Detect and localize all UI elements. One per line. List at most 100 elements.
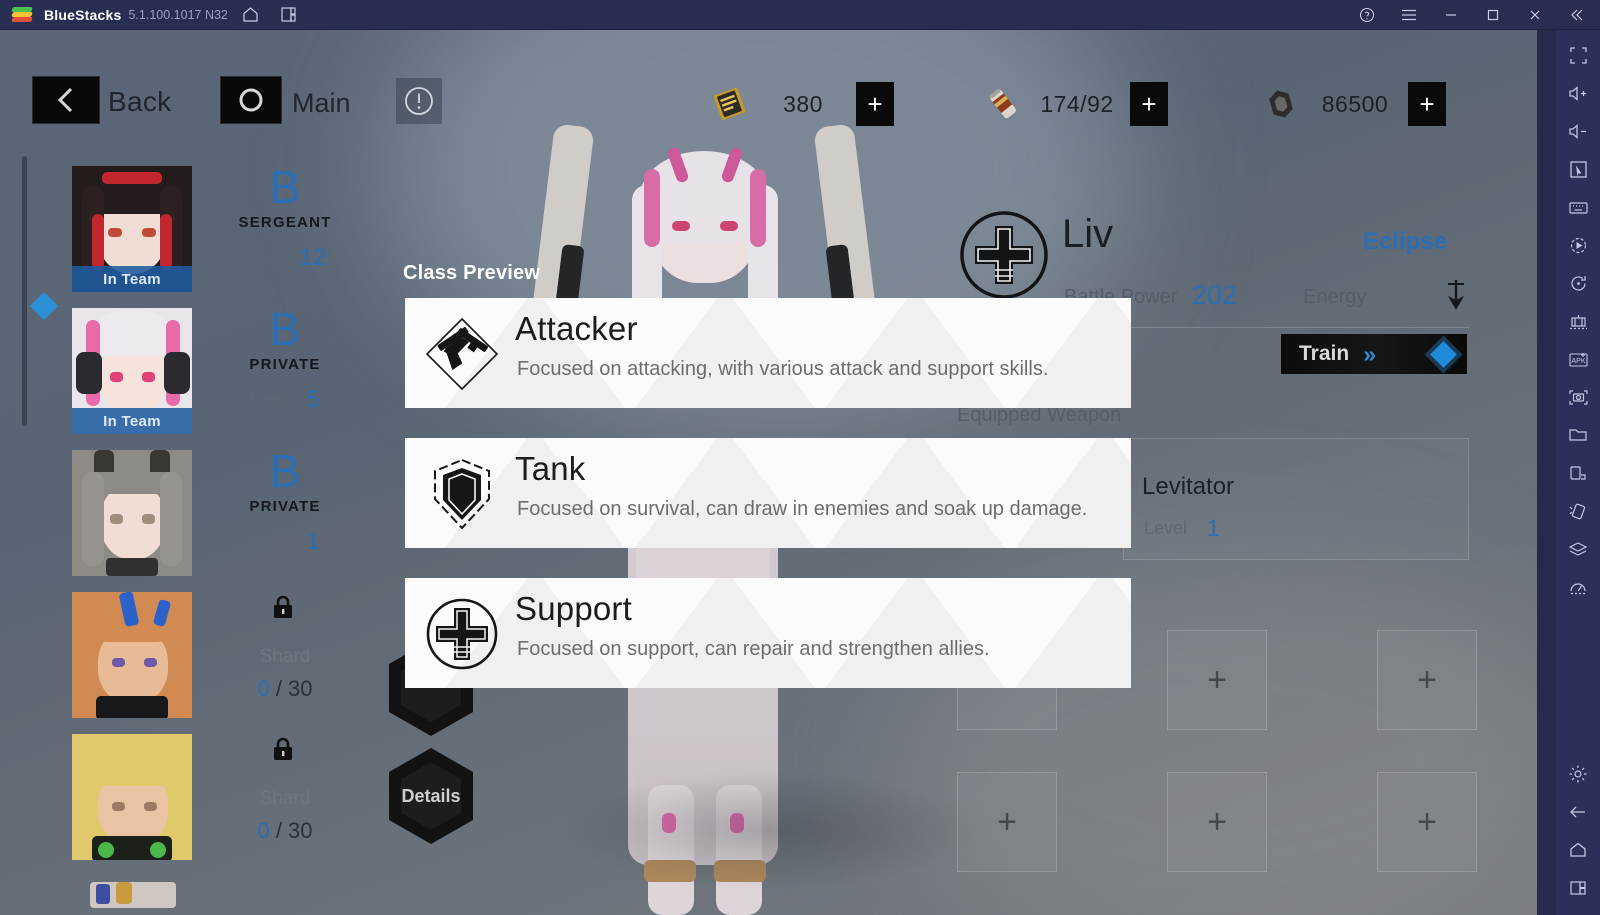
equipment-slot-1[interactable] xyxy=(1167,630,1267,730)
roster-card-2[interactable]: B PRIVATE Level 1 xyxy=(40,442,340,584)
details-hex-label: Details xyxy=(401,785,461,806)
class-card-support[interactable]: Support Focused on support, can repair a… xyxy=(405,578,1131,688)
lock-icon xyxy=(270,594,296,620)
exclamation-icon[interactable] xyxy=(396,78,442,124)
collapse-icon[interactable] xyxy=(1562,3,1592,27)
level-value: 1 xyxy=(306,528,320,555)
rank-letter: B xyxy=(269,303,301,355)
titlebar: BlueStacks 5.1.100.1017 N32 xyxy=(0,0,1600,30)
nut-value: 86500 xyxy=(1321,90,1389,117)
media-folder-icon[interactable] xyxy=(1561,418,1595,452)
in-team-badge: In Team xyxy=(72,408,192,434)
character-shadow xyxy=(560,770,980,890)
details-hex-button[interactable]: Details xyxy=(389,748,473,844)
multi-instance-icon[interactable] xyxy=(274,3,304,27)
shard-max: / 30 xyxy=(275,676,313,701)
rotate-icon[interactable] xyxy=(1561,266,1595,300)
class-card-attacker[interactable]: Attacker Focused on attacking, with vari… xyxy=(405,298,1131,408)
volume-up-icon[interactable] xyxy=(1561,76,1595,110)
class-preview-title: Class Preview xyxy=(403,262,541,284)
recent-apps-icon[interactable] xyxy=(1561,871,1595,905)
screenshot-icon[interactable] xyxy=(1561,380,1595,414)
gold-card-value: 380 xyxy=(783,90,823,117)
bluestacks-window: BlueStacks 5.1.100.1017 N32 Back Main 38… xyxy=(0,0,1600,915)
maximize-icon[interactable] xyxy=(1478,3,1508,27)
class-card-tank[interactable]: Tank Focused on survival, can draw in en… xyxy=(405,438,1131,548)
equipment-slot-4[interactable] xyxy=(1167,772,1267,872)
roster-card-0[interactable]: In Team B SERGEANT Level 12 xyxy=(40,158,340,300)
app-title: BlueStacks xyxy=(44,6,122,23)
energy-value: 174/92 xyxy=(1040,90,1114,117)
shard-current: 0 xyxy=(257,818,270,843)
back-button[interactable] xyxy=(32,76,100,124)
shard-value: 0 / 30 xyxy=(215,676,355,702)
record-macro-icon[interactable] xyxy=(1561,228,1595,262)
equipped-weapon-slot[interactable]: Levitator Level 1 xyxy=(1123,438,1469,560)
nut-bolt-icon xyxy=(1258,84,1304,124)
multi-instance-manager-icon[interactable] xyxy=(1561,304,1595,338)
medical-cross-icon xyxy=(423,595,501,673)
avatar xyxy=(72,734,192,860)
bluestacks-logo-icon xyxy=(11,6,34,24)
back-arrow-icon[interactable] xyxy=(1561,795,1595,829)
add-gold-card-button[interactable]: + xyxy=(856,82,894,126)
app-version: 5.1.100.1017 N32 xyxy=(128,7,228,22)
keyboard-icon[interactable] xyxy=(1561,190,1595,224)
layers-icon[interactable] xyxy=(1561,532,1595,566)
fullscreen-icon[interactable] xyxy=(1561,38,1595,72)
shard-label: Shard xyxy=(259,788,311,809)
main-label: Main xyxy=(292,88,351,118)
avatar xyxy=(72,592,192,718)
battle-power-value: 202 xyxy=(1192,280,1238,310)
shard-current: 0 xyxy=(257,676,270,701)
bluestacks-toolbar: APK xyxy=(1556,30,1600,915)
in-team-badge: In Team xyxy=(72,266,192,292)
android-home-icon[interactable] xyxy=(1561,833,1595,867)
class-name: Support xyxy=(515,590,632,627)
equipment-slot-2[interactable] xyxy=(1377,630,1477,730)
shake-icon[interactable] xyxy=(1561,494,1595,528)
close-icon[interactable] xyxy=(1520,3,1550,27)
train-label: Train xyxy=(1299,342,1350,365)
class-name: Tank xyxy=(515,450,586,487)
class-description: Focused on attacking, with various attac… xyxy=(517,358,1049,380)
class-description: Focused on survival, can draw in enemies… xyxy=(517,498,1088,520)
energy-drink-icon xyxy=(980,84,1026,124)
level-row: Level 5 xyxy=(200,386,370,414)
roster-card-4[interactable]: Shard 0 / 30 xyxy=(40,726,340,868)
settings-gear-icon[interactable] xyxy=(1561,757,1595,791)
main-button[interactable] xyxy=(220,76,282,124)
add-nut-button[interactable]: + xyxy=(1408,82,1446,126)
crossed-pistols-icon xyxy=(423,315,501,393)
volume-down-icon[interactable] xyxy=(1561,114,1595,148)
weapon-name: Levitator xyxy=(1142,473,1235,500)
home-icon[interactable] xyxy=(236,3,266,27)
app-center-icon[interactable] xyxy=(1561,456,1595,490)
rank-letter: B xyxy=(269,445,301,497)
rank-letter: B xyxy=(269,161,301,213)
level-label: Level xyxy=(250,533,289,550)
minimize-icon[interactable] xyxy=(1436,3,1466,27)
performance-icon[interactable] xyxy=(1561,570,1595,604)
resource-gold-card: 380 + xyxy=(706,82,894,126)
energy-arrow-icon xyxy=(1443,278,1469,312)
avatar xyxy=(72,876,192,915)
weapon-level-value: 1 xyxy=(1207,515,1220,541)
help-icon[interactable] xyxy=(1352,3,1382,27)
roster-card-1[interactable]: In Team B PRIVATE Level 5 xyxy=(29,291,340,442)
resource-nut: 86500 + xyxy=(1258,82,1446,126)
install-apk-icon[interactable]: APK xyxy=(1561,342,1595,376)
cursor-icon[interactable] xyxy=(1561,152,1595,186)
class-name: Attacker xyxy=(515,310,638,347)
roster-card-3[interactable]: Shard 0 / 30 xyxy=(40,584,340,726)
roster-scrollbar[interactable] xyxy=(22,156,27,426)
equipment-slot-5[interactable] xyxy=(1377,772,1477,872)
game-viewport: Back Main 380 + 174/92 + 86500 + In Team… xyxy=(0,30,1537,915)
add-energy-button[interactable]: + xyxy=(1130,82,1168,126)
equipment-slot-3[interactable] xyxy=(957,772,1057,872)
train-button[interactable]: Train » xyxy=(1281,334,1467,374)
weapon-level-row: Level 1 xyxy=(1144,515,1220,542)
level-label: Level xyxy=(243,249,282,266)
roster-card-5[interactable] xyxy=(40,868,340,915)
menu-icon[interactable] xyxy=(1394,3,1424,27)
